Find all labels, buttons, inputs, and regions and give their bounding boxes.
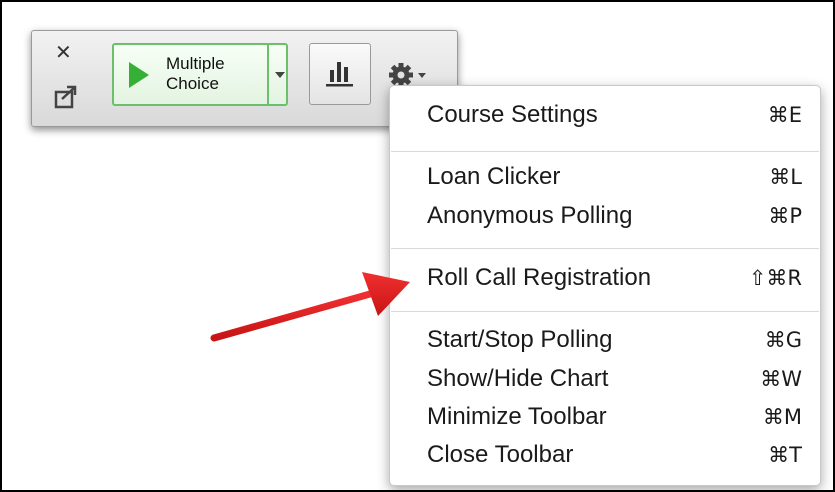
menu-item-shortcut: ⌘G [764, 328, 802, 352]
menu-item-label: Roll Call Registration [427, 264, 652, 291]
menu-item-minimize-toolbar[interactable]: Minimize Toolbar ⌘M [427, 401, 802, 433]
menu-item-loan-clicker[interactable]: Loan Clicker ⌘L [427, 161, 802, 193]
menu-item-show-hide-chart[interactable]: Show/Hide Chart ⌘W [427, 363, 802, 395]
share-icon[interactable] [54, 84, 80, 110]
menu-item-label: Loan Clicker [427, 163, 561, 190]
menu-item-label: Minimize Toolbar [427, 403, 607, 430]
menu-item-anonymous-polling[interactable]: Anonymous Polling ⌘P [427, 200, 802, 232]
chevron-down-icon [418, 73, 426, 78]
menu-item-label: Course Settings [427, 101, 598, 128]
menu-item-label: Start/Stop Polling [427, 326, 613, 353]
chevron-down-icon[interactable] [275, 72, 285, 78]
menu-item-shortcut: ⌘T [768, 443, 802, 467]
menu-separator [391, 151, 819, 152]
menu-item-shortcut: ⌘E [767, 103, 802, 127]
menu-item-label: Close Toolbar [427, 441, 574, 468]
menu-item-course-settings[interactable]: Course Settings ⌘E [427, 99, 802, 131]
screenshot-frame: ✕ Multiple Choice Course Settings ⌘E Loa… [0, 0, 835, 492]
play-icon [129, 62, 149, 88]
menu-item-shortcut: ⌘W [760, 367, 802, 391]
menu-item-start-stop-polling[interactable]: Start/Stop Polling ⌘G [427, 324, 802, 356]
close-icon[interactable]: ✕ [55, 40, 72, 64]
menu-item-shortcut: ⇧⌘R [748, 266, 802, 290]
menu-item-label: Show/Hide Chart [427, 365, 609, 392]
annotation-arrow [210, 272, 410, 342]
multiple-choice-label: Multiple Choice [166, 54, 225, 93]
menu-item-shortcut: ⌘L [769, 165, 802, 189]
bar-chart-icon [326, 62, 353, 87]
settings-dropdown-menu: Course Settings ⌘E Loan Clicker ⌘L Anony… [389, 85, 821, 486]
menu-separator [391, 311, 819, 312]
menu-item-shortcut: ⌘P [768, 204, 802, 228]
menu-item-close-toolbar[interactable]: Close Toolbar ⌘T [427, 439, 802, 471]
multiple-choice-button[interactable]: Multiple Choice [112, 43, 288, 106]
menu-item-roll-call-registration[interactable]: Roll Call Registration ⇧⌘R [427, 262, 802, 294]
show-chart-button[interactable] [309, 43, 371, 105]
split-divider [267, 45, 269, 104]
menu-item-shortcut: ⌘M [762, 405, 802, 429]
menu-separator [391, 248, 819, 249]
menu-item-label: Anonymous Polling [427, 202, 633, 229]
